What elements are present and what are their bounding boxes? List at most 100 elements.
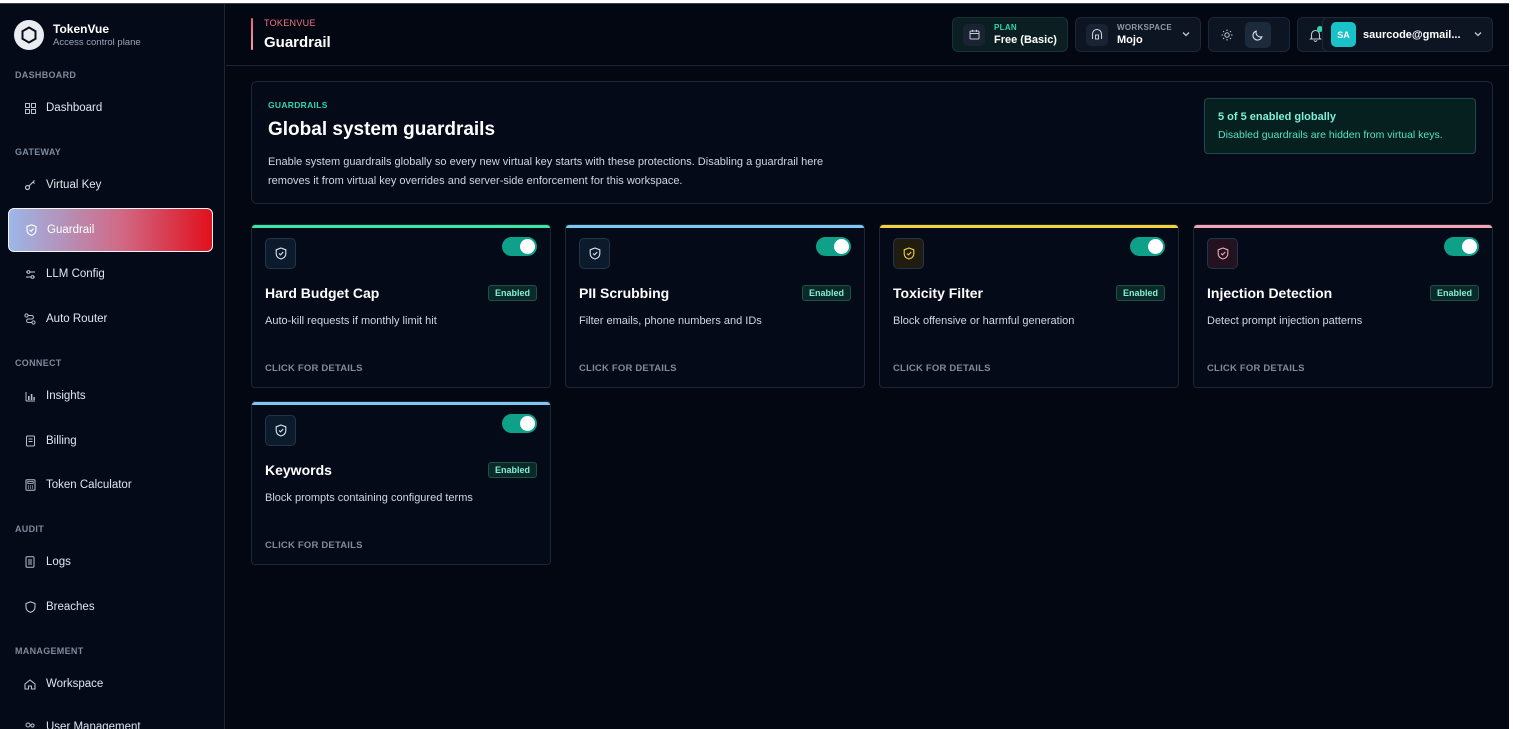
guardrails-hero-panel: GUARDRAILS Global system guardrails Enab… <box>251 81 1493 204</box>
sidebar-item-label: Logs <box>46 556 71 568</box>
guardrail-description: Auto-kill requests if monthly limit hit <box>265 315 437 327</box>
shield-alert-icon <box>24 601 36 613</box>
moon-icon[interactable] <box>1245 21 1271 48</box>
brand[interactable]: TokenVue Access control plane <box>14 20 141 50</box>
toggle-knob <box>520 239 535 254</box>
workspace-selector[interactable]: WORKSPACE Mojo <box>1075 17 1201 52</box>
sidebar-item-label: Breaches <box>46 601 95 613</box>
enable-toggle[interactable] <box>502 237 537 256</box>
details-link[interactable]: CLICK FOR DETAILS <box>579 363 677 374</box>
shield-check-icon <box>579 238 610 269</box>
guardrail-description: Detect prompt injection patterns <box>1207 315 1363 327</box>
sidebar-item-insights[interactable]: Insights <box>8 376 213 416</box>
guardrail-card-toxicity-filter[interactable]: Toxicity Filter Enabled Block offensive or… <box>879 224 1179 388</box>
status-badge: Enabled <box>487 462 537 478</box>
section-label-gateway: GATEWAY <box>15 147 62 157</box>
breadcrumb-accent <box>251 18 253 50</box>
theme-switcher <box>1208 17 1290 52</box>
enable-toggle[interactable] <box>1130 237 1165 256</box>
shield-icon <box>25 224 37 236</box>
section-label-audit: AUDIT <box>15 524 44 534</box>
sidebar-item-llm-config[interactable]: LLM Config <box>8 254 213 294</box>
shield-check-icon <box>1207 238 1238 269</box>
enable-toggle[interactable] <box>1444 237 1479 256</box>
guardrail-name: Hard Budget Cap <box>265 285 380 301</box>
shield-check-icon <box>265 238 296 269</box>
brand-name: TokenVue <box>53 21 110 36</box>
section-label-dashboard: DASHBOARD <box>15 70 77 80</box>
status-badge: Enabled <box>1115 285 1165 301</box>
toggle-knob <box>1462 239 1477 254</box>
calculator-icon <box>24 479 36 491</box>
guardrail-card-hard-budget-cap[interactable]: Hard Budget Cap Enabled Auto-kill requests… <box>251 224 551 388</box>
user-menu[interactable]: SA saurcode@gmail... <box>1322 17 1493 52</box>
sidebar-item-label: Token Calculator <box>46 479 132 491</box>
guardrail-card-pii-scrubbing[interactable]: PII Scrubbing Enabled Filter emails, phone… <box>565 224 865 388</box>
card-accent-line <box>252 402 550 405</box>
sidebar: TokenVue Access control plane DASHBOARD … <box>0 4 225 729</box>
sidebar-item-dashboard[interactable]: Dashboard <box>8 88 213 128</box>
sidebar-item-breaches[interactable]: Breaches <box>8 587 213 627</box>
sidebar-item-token-calculator[interactable]: Token Calculator <box>8 465 213 505</box>
guardrail-card-keywords[interactable]: Keywords Enabled Block prompts containing … <box>251 401 551 565</box>
details-link[interactable]: CLICK FOR DETAILS <box>1207 363 1305 374</box>
users-icon <box>24 721 36 729</box>
guardrail-name: Toxicity Filter <box>893 285 983 301</box>
guardrail-name: Injection Detection <box>1207 285 1333 301</box>
section-label-connect: CONNECT <box>15 358 62 368</box>
enabled-count-text: 5 of 5 enabled globally <box>1218 111 1336 123</box>
enable-toggle[interactable] <box>502 414 537 433</box>
sidebar-item-billing[interactable]: Billing <box>8 421 213 461</box>
building-icon <box>1086 23 1108 46</box>
sidebar-item-label: LLM Config <box>46 268 105 280</box>
hexagon-logo-icon <box>14 20 44 50</box>
hero-kicker: GUARDRAILS <box>268 100 328 110</box>
chevron-down-icon <box>1473 29 1483 42</box>
details-link[interactable]: CLICK FOR DETAILS <box>265 540 363 551</box>
sidebar-item-label: Dashboard <box>46 102 103 114</box>
sidebar-item-logs[interactable]: Logs <box>8 542 213 582</box>
sidebar-item-user-management[interactable]: User Management <box>8 707 213 729</box>
user-email: saurcode@gmail... <box>1363 28 1461 41</box>
plan-label: PLAN <box>994 22 1017 32</box>
workspace-label: WORKSPACE <box>1117 22 1172 32</box>
sidebar-item-auto-router[interactable]: Auto Router <box>8 299 213 339</box>
guardrail-description: Block offensive or harmful generation <box>893 315 1075 327</box>
card-accent-line <box>566 225 864 228</box>
sun-icon[interactable] <box>1214 22 1240 48</box>
status-badge: Enabled <box>801 285 851 301</box>
page-title: Guardrail <box>264 34 331 51</box>
breadcrumb: TOKENVUE <box>264 18 316 28</box>
sidebar-item-label: Guardrail <box>47 224 95 236</box>
home-icon <box>24 678 36 690</box>
sidebar-item-virtual-key[interactable]: Virtual Key <box>8 165 213 205</box>
sidebar-item-guardrail[interactable]: Guardrail <box>8 208 213 252</box>
plan-badge[interactable]: PLAN Free (Basic) <box>952 17 1068 52</box>
toggle-knob <box>1148 239 1163 254</box>
calendar-icon <box>963 23 985 46</box>
sidebar-item-label: Insights <box>46 390 86 402</box>
key-icon <box>24 179 36 191</box>
sidebar-item-label: Billing <box>46 435 77 447</box>
sidebar-item-label: Auto Router <box>46 313 108 325</box>
shield-check-icon <box>265 415 296 446</box>
top-bar: TOKENVUE Guardrail PLAN Free (Basic) WOR… <box>226 4 1509 66</box>
status-badge: Enabled <box>1429 285 1479 301</box>
sidebar-item-workspace[interactable]: Workspace <box>8 664 213 704</box>
details-link[interactable]: CLICK FOR DETAILS <box>265 363 363 374</box>
guardrail-card-injection-detection[interactable]: Injection Detection Enabled Detect prompt … <box>1193 224 1493 388</box>
workspace-value: Mojo <box>1117 33 1143 46</box>
bar-chart-icon <box>24 390 36 402</box>
toggle-knob <box>834 239 849 254</box>
toggle-knob <box>520 416 535 431</box>
file-icon <box>24 556 36 568</box>
sidebar-item-label: User Management <box>46 721 141 729</box>
plan-value: Free (Basic) <box>994 33 1057 46</box>
avatar: SA <box>1331 22 1356 47</box>
details-link[interactable]: CLICK FOR DETAILS <box>893 363 991 374</box>
sliders-icon <box>24 268 36 280</box>
hero-title: Global system guardrails <box>268 119 496 140</box>
grid-icon <box>24 102 36 114</box>
enable-toggle[interactable] <box>816 237 851 256</box>
chevron-down-icon <box>1181 29 1191 42</box>
